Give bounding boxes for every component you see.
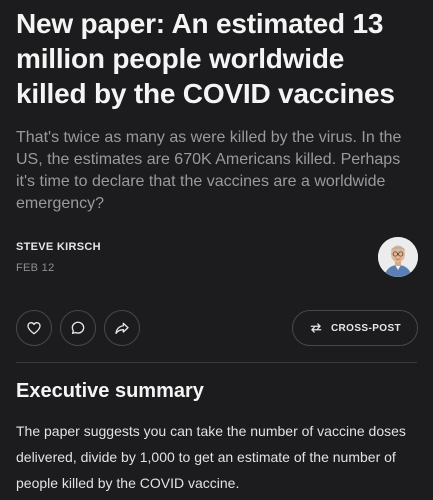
heart-icon [27, 322, 41, 335]
divider [16, 362, 417, 363]
post-date: FEB 12 [16, 262, 55, 274]
comment-button[interactable] [60, 310, 96, 346]
author-photo [378, 237, 418, 277]
section-heading: Executive summary [16, 380, 204, 402]
crosspost-label: CROSS-POST [330, 322, 402, 334]
crosspost-arrows-icon [310, 323, 322, 333]
share-button[interactable] [104, 310, 140, 346]
post-title: New paper: An estimated 13 million peopl… [16, 8, 395, 109]
body-paragraph: The paper suggests you can take the numb… [16, 423, 406, 491]
crosspost-button[interactable]: CROSS-POST [292, 310, 418, 346]
author-avatar[interactable] [378, 237, 418, 277]
share-icon [115, 322, 129, 334]
comment-icon [71, 321, 85, 334]
post-page: New paper: An estimated 13 million peopl… [0, 0, 433, 500]
like-button[interactable] [16, 310, 52, 346]
author-name[interactable]: STEVE KIRSCH [16, 240, 101, 254]
post-subtitle: That's twice as many as were killed by t… [16, 129, 402, 212]
